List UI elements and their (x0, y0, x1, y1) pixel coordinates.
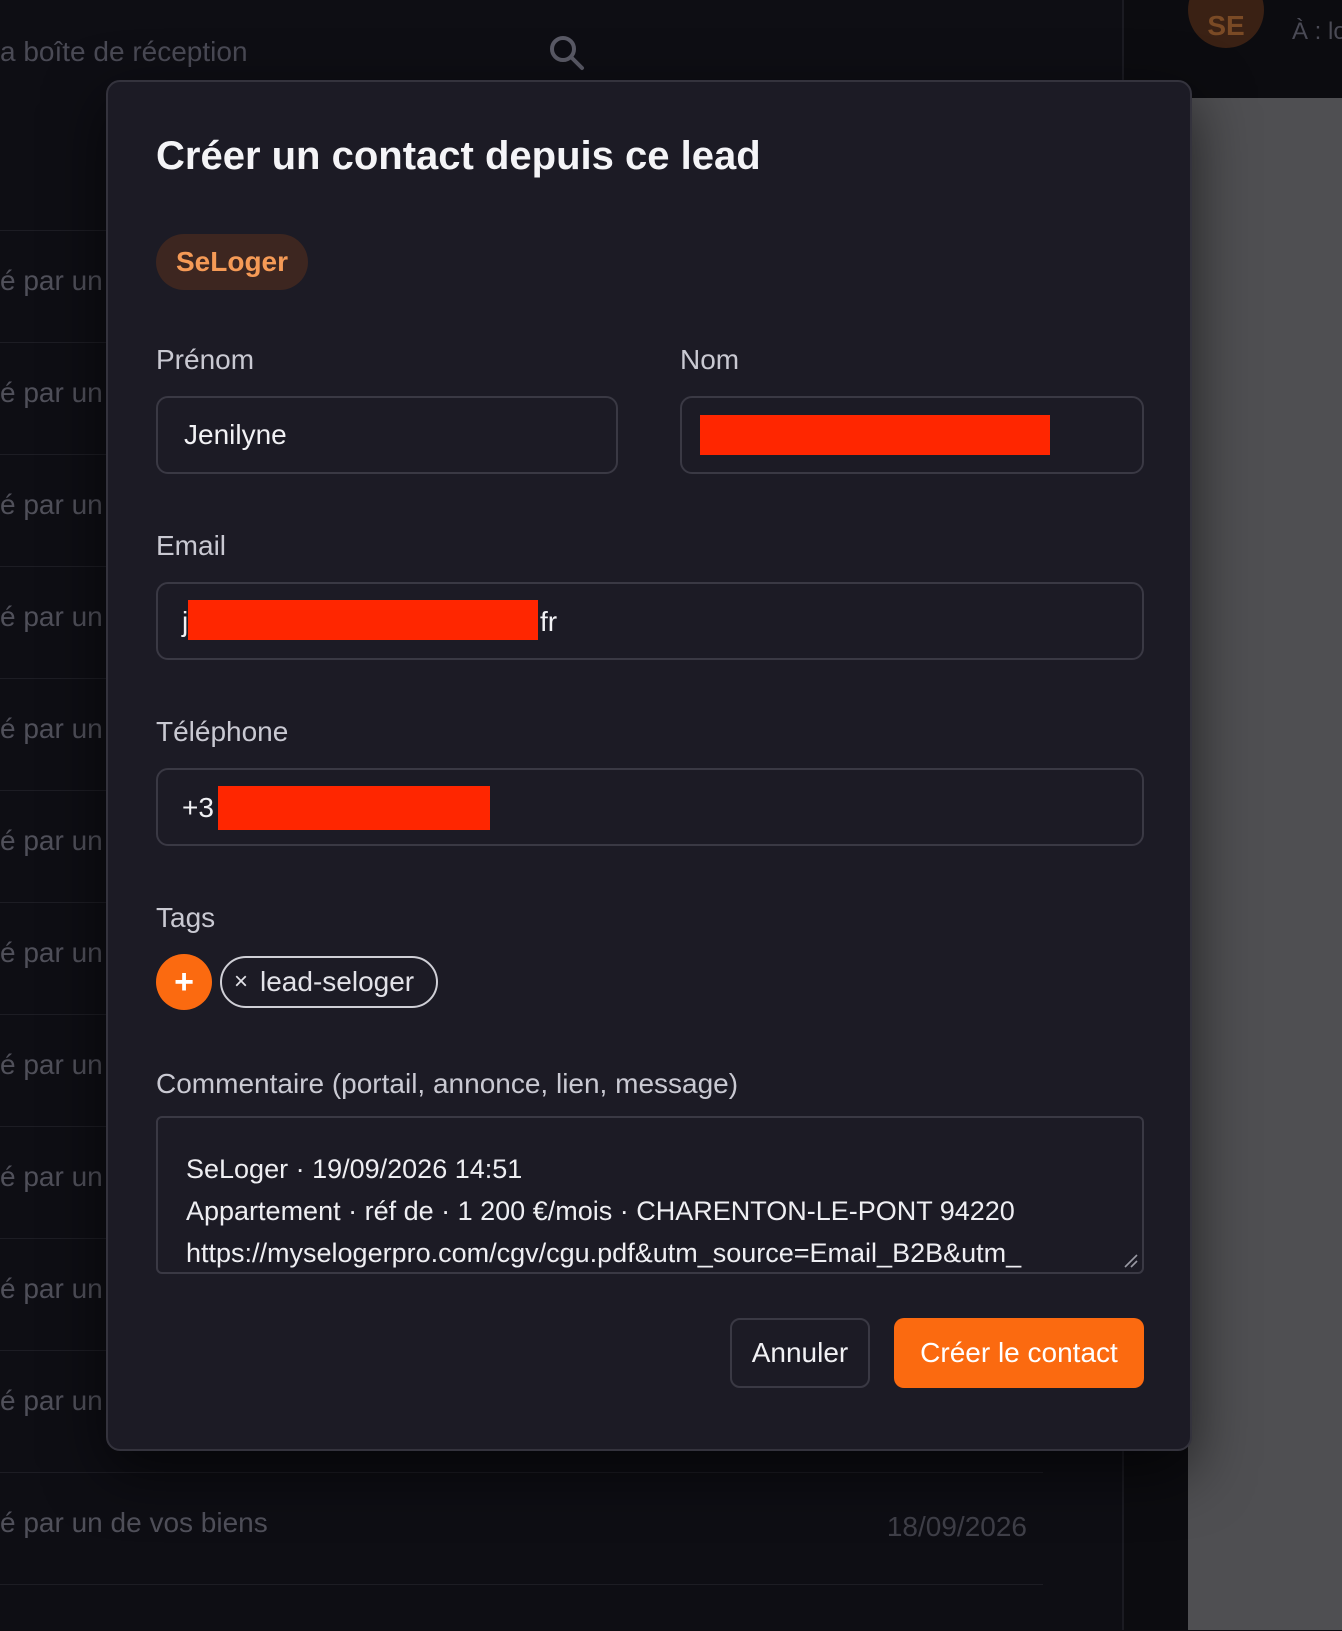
comment-line: https://myselogerpro.com/cgv/cgu.pdf&utm… (186, 1238, 1022, 1268)
source-badge: SeLoger (156, 234, 309, 290)
last-name-field[interactable] (680, 396, 1144, 474)
tag-chip: × lead-seloger (220, 956, 439, 1008)
comment-line: Appartement · réf de · 1 200 €/mois · CH… (186, 1196, 1015, 1226)
message-preview-panel (1188, 98, 1342, 1630)
email-field[interactable]: j fr (156, 582, 1144, 660)
comment-textarea[interactable]: SeLoger · 19/09/2026 14:51 Appartement ·… (156, 1116, 1144, 1274)
tags-label: Tags (156, 902, 216, 933)
email-value-end: fr (540, 606, 558, 637)
resize-handle-icon[interactable] (1122, 1252, 1138, 1268)
redaction-block (188, 600, 538, 640)
comment-label: Commentaire (portail, annonce, lien, mes… (156, 1068, 739, 1099)
tag-label: lead-seloger (260, 966, 415, 997)
add-tag-button[interactable]: + (156, 954, 212, 1010)
first-name-input[interactable] (158, 398, 616, 472)
list-item[interactable] (0, 1584, 1043, 1631)
recipient-line: À : lo (1292, 18, 1342, 45)
email-label: Email (156, 530, 227, 561)
inbox-search-placeholder[interactable]: a boîte de réception (0, 36, 248, 68)
redaction-block (700, 415, 1050, 455)
phone-field[interactable]: +3 (156, 768, 1144, 846)
list-item[interactable]: é par un de vos biens 18/09/2026 (0, 1472, 1043, 1585)
first-name-field[interactable] (156, 396, 618, 474)
phone-value-start: +3 (182, 792, 214, 823)
phone-label: Téléphone (156, 716, 289, 747)
create-contact-modal: Créer un contact depuis ce lead SeLoger … (106, 80, 1192, 1451)
last-name-label: Nom (680, 344, 740, 375)
cancel-button[interactable]: Annuler (730, 1318, 870, 1388)
list-item-date: 18/09/2026 (886, 1511, 1027, 1542)
first-name-label: Prénom (156, 344, 255, 375)
redaction-block (218, 786, 490, 830)
create-contact-button[interactable]: Créer le contact (894, 1318, 1144, 1388)
search-icon[interactable] (548, 34, 586, 72)
remove-tag-icon[interactable]: × (234, 968, 248, 996)
modal-title: Créer un contact depuis ce lead (156, 134, 761, 178)
comment-line: SeLoger · 19/09/2026 14:51 (186, 1154, 523, 1184)
